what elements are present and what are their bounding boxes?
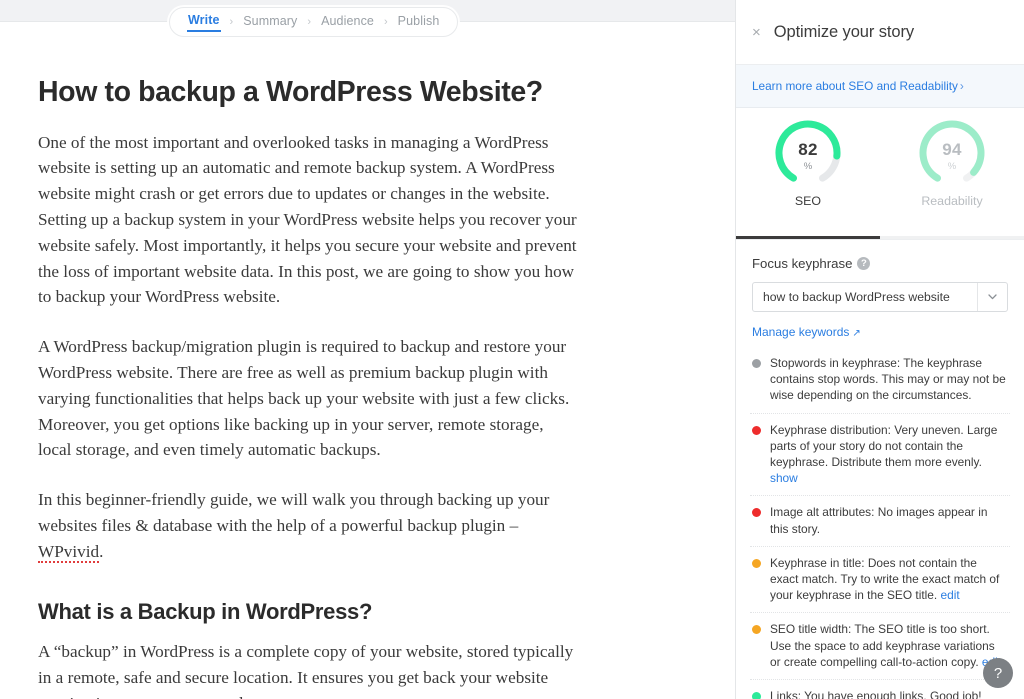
manage-keywords-row: Manage keywords ↗	[752, 323, 1008, 341]
analysis-action-edit[interactable]: edit	[937, 588, 960, 602]
analysis-item: Image alt attributes: No images appear i…	[750, 495, 1010, 545]
analysis-item-text: Stopwords in keyphrase: The keyphrase co…	[770, 356, 1006, 403]
focus-keyphrase-select[interactable]: how to backup WordPress website	[752, 282, 1008, 312]
breadcrumb: Write › Summary › Audience › Publish	[169, 7, 459, 37]
panel-header: × Optimize your story	[736, 0, 1024, 65]
article-paragraph-3: In this beginner-friendly guide, we will…	[38, 487, 578, 564]
tab-readability[interactable]: Readability	[921, 194, 982, 208]
help-icon[interactable]: ?	[857, 257, 871, 270]
section-heading: What is a Backup in WordPress?	[38, 598, 373, 624]
gauge-unit-readability: %	[947, 161, 957, 172]
gauge-seo[interactable]: 82% SEO	[736, 116, 880, 230]
focus-keyphrase-label-row: Focus keyphrase ?	[752, 256, 1008, 271]
analysis-item-text: Keyphrase distribution: Very uneven. Lar…	[770, 422, 998, 486]
gauge-value-seo: 82	[798, 140, 818, 159]
analysis-item-text: Keyphrase in title: Does not contain the…	[770, 555, 1000, 603]
analysis-item-text: Image alt attributes: No images appear i…	[770, 505, 988, 536]
gauge-readability[interactable]: 94% Readability	[880, 116, 1024, 230]
help-button[interactable]: ?	[983, 658, 1013, 688]
focus-keyphrase-block: Focus keyphrase ? how to backup WordPres…	[736, 239, 1024, 351]
page-title: How to backup a WordPress Website?	[38, 76, 543, 108]
learn-more-label: Learn more about SEO and Readability	[752, 79, 958, 93]
status-dot-orange	[752, 625, 761, 635]
breadcrumb-item-summary[interactable]: Summary	[242, 13, 298, 31]
analysis-item: Stopwords in keyphrase: The keyphrase co…	[750, 351, 1010, 413]
learn-more-banner: Learn more about SEO and Readability ›	[736, 65, 1024, 108]
tab-seo[interactable]: SEO	[795, 194, 821, 208]
analysis-item: Links: You have enough links. Good job!	[750, 679, 1010, 699]
score-gauges: 82% SEO 94% Readability	[736, 108, 1024, 230]
analysis-item-text: Links: You have enough links. Good job!	[770, 689, 982, 699]
breadcrumb-item-publish[interactable]: Publish	[397, 13, 441, 31]
gauge-ring-seo: 82%	[771, 116, 845, 190]
paragraph-3-text-after: .	[99, 541, 104, 561]
status-dot-orange	[752, 558, 761, 568]
breadcrumb-separator: ›	[229, 16, 234, 28]
optimize-story-panel: × Optimize your story Learn more about S…	[735, 0, 1024, 699]
status-dot-green	[752, 692, 761, 699]
article-editor-canvas[interactable]: How to backup a WordPress Website? One o…	[0, 50, 735, 699]
gauge-ring-readability: 94%	[915, 116, 989, 190]
focus-keyphrase-value: how to backup WordPress website	[763, 290, 950, 304]
gauge-value-readability: 94	[942, 140, 962, 159]
chevron-down-icon[interactable]	[977, 283, 1007, 311]
misspelled-word: WPvivid	[38, 541, 100, 563]
gauge-unit-seo: %	[803, 161, 813, 172]
chevron-right-icon: ›	[959, 79, 964, 93]
analysis-item: Keyphrase in title: Does not contain the…	[750, 545, 1010, 613]
analysis-item: Keyphrase distribution: Very uneven. Lar…	[750, 412, 1010, 496]
breadcrumb-separator: ›	[384, 16, 388, 28]
external-link-icon: ↗	[852, 328, 861, 339]
panel-title: Optimize your story	[773, 22, 914, 41]
breadcrumb-separator: ›	[307, 16, 312, 28]
focus-keyphrase-label: Focus keyphrase	[752, 256, 853, 271]
article-paragraph-4: A “backup” in WordPress is a complete co…	[38, 641, 574, 699]
article-paragraph-1: One of the most important and overlooked…	[38, 132, 577, 307]
learn-more-link[interactable]: Learn more about SEO and Readability ›	[752, 79, 964, 93]
analysis-item-text: SEO title width: The SEO title is too sh…	[770, 621, 1008, 670]
seo-analysis-list: Stopwords in keyphrase: The keyphrase co…	[736, 351, 1024, 699]
manage-keywords-link[interactable]: Manage keywords ↗	[752, 325, 861, 339]
analysis-item: SEO title width: The SEO title is too sh…	[750, 612, 1010, 679]
status-dot-red	[752, 508, 761, 518]
paragraph-3-text-before: In this beginner-friendly guide, we will…	[38, 490, 550, 535]
breadcrumb-item-audience[interactable]: Audience	[320, 13, 375, 31]
analysis-action-show[interactable]: show	[770, 471, 798, 485]
status-dot-red	[752, 425, 761, 435]
manage-keywords-label: Manage keywords	[752, 325, 850, 339]
close-icon[interactable]: ×	[752, 25, 761, 40]
article-paragraph-2: A WordPress backup/migration plugin is r…	[38, 337, 570, 460]
breadcrumb-item-write[interactable]: Write	[187, 12, 221, 32]
status-dot-grey	[752, 359, 761, 368]
